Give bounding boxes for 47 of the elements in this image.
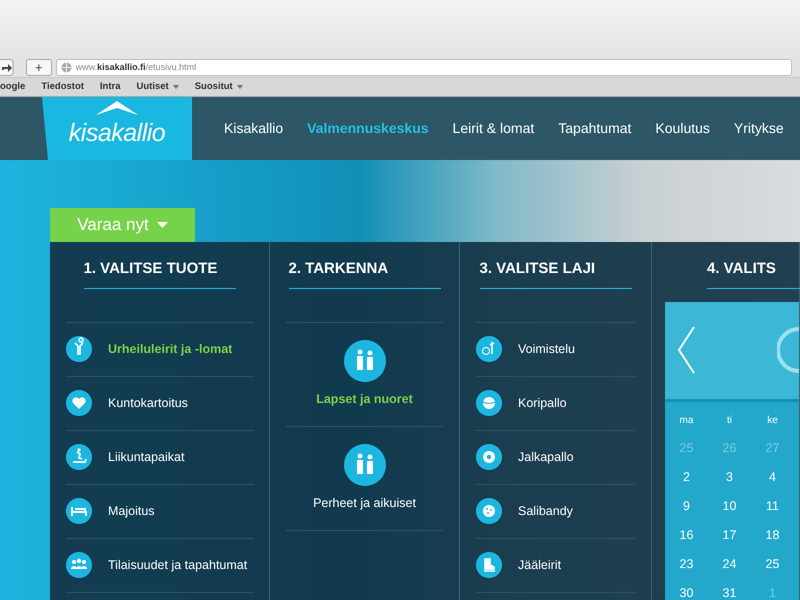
nav-link[interactable]: Yritykse: [734, 118, 784, 139]
runner-icon: [66, 444, 92, 470]
bookmark-link[interactable]: Uutiset: [136, 80, 179, 94]
ring-icon: [777, 326, 799, 374]
nav-link[interactable]: Tapahtumat: [558, 118, 632, 139]
caret-icon: [236, 85, 243, 89]
weekday-label: ke: [766, 414, 779, 428]
heart-icon: [66, 390, 92, 416]
new-tab-button[interactable]: +: [26, 59, 52, 76]
weekday-label: ti: [726, 414, 733, 428]
globe-icon: [60, 62, 72, 73]
nav-link[interactable]: Leirit & lomat: [452, 118, 534, 139]
ball-icon: [476, 498, 502, 524]
group-icon: [66, 552, 92, 578]
step-heading: 1. VALITSE TUOTE: [84, 242, 236, 288]
bookmark-link[interactable]: oogle: [0, 80, 26, 94]
step-heading: 4. VALITS: [707, 242, 800, 288]
address-field[interactable]: www.kisakallio.fi/etusivu.html: [56, 59, 792, 76]
list-item[interactable]: Voimistelu: [476, 322, 636, 376]
step-heading: 3. VALITSE LAJI: [480, 242, 632, 288]
weekday-label: ma: [678, 414, 694, 428]
option-tile[interactable]: Lapset ja nuoret: [286, 322, 443, 426]
list-item[interactable]: Jalkapallo: [476, 430, 636, 484]
nav-link[interactable]: Kisakallio: [224, 118, 284, 139]
ball-icon: [476, 444, 502, 470]
list-item[interactable]: Tilaisuudet ja tapahtumat: [66, 538, 254, 592]
bed-icon: [66, 498, 92, 524]
nav-link[interactable]: Koulutus: [655, 118, 710, 139]
bookmark-link[interactable]: Tiedostot: [41, 80, 84, 94]
list-item[interactable]: Majoitus: [66, 484, 254, 538]
list-item[interactable]: Koripallo: [476, 376, 636, 430]
caret-icon: [172, 85, 179, 89]
list-item[interactable]: Salibandy: [476, 484, 636, 538]
list-item[interactable]: Liikuntapaikat: [66, 430, 254, 484]
list-item[interactable]: Kuntokartoitus: [66, 376, 254, 430]
share-icon[interactable]: [0, 59, 14, 76]
list-item[interactable]: Jääleirit: [476, 538, 636, 592]
skate-icon: [476, 552, 502, 578]
ball-icon: [476, 390, 502, 416]
list-item[interactable]: Urheiluleirit ja -lomat: [66, 322, 254, 376]
nav-link[interactable]: Valmennuskeskus: [307, 118, 429, 139]
caret-icon: [156, 222, 168, 228]
bookmark-link[interactable]: Intra: [100, 80, 121, 94]
logo-arch-icon: [96, 100, 138, 114]
bookmark-link[interactable]: Suositut: [194, 80, 243, 94]
step-heading: 2. TARKENNA: [288, 242, 440, 288]
option-tile[interactable]: Perheet ja aikuiset: [286, 426, 443, 530]
